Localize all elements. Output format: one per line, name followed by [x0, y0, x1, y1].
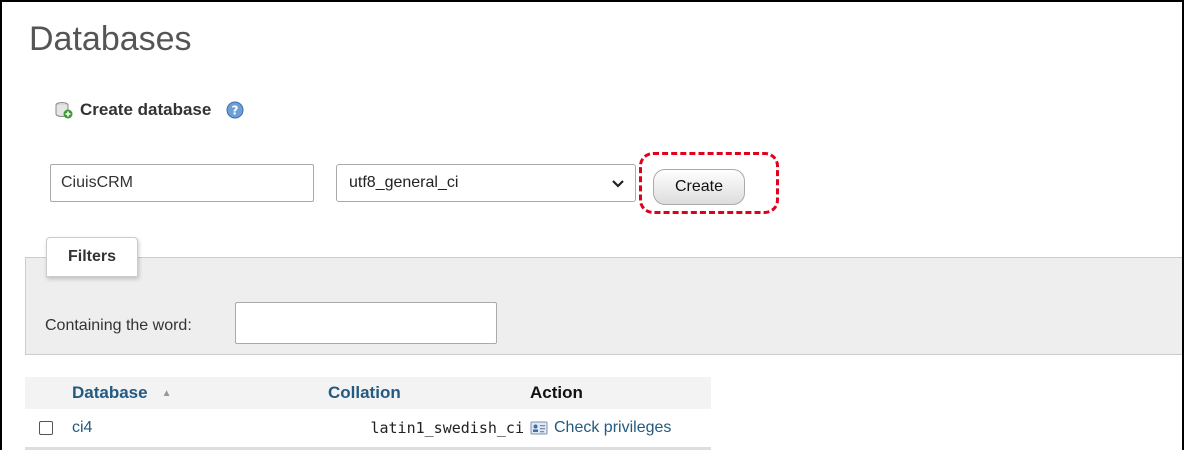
- create-database-heading: Create database ?: [54, 100, 245, 120]
- check-privileges-link[interactable]: Check privileges: [530, 419, 671, 437]
- check-privileges-icon: [530, 421, 548, 435]
- filters-tab[interactable]: Filters: [46, 237, 138, 277]
- table-row: ci4 latin1_swedish_ci Check privileges: [25, 409, 711, 450]
- database-name-input[interactable]: [50, 164, 314, 202]
- collation-selected-value: utf8_general_ci: [349, 174, 459, 191]
- svg-text:?: ?: [232, 104, 239, 118]
- create-database-label: Create database: [80, 100, 212, 119]
- database-name-link[interactable]: ci4: [72, 419, 324, 437]
- app-window: Databases Create database ? utf8_general…: [0, 0, 1184, 450]
- containing-word-input[interactable]: [235, 302, 497, 344]
- header-database-label[interactable]: Database: [72, 383, 148, 403]
- header-action: Action: [530, 383, 583, 402]
- header-database[interactable]: Database ▲: [72, 383, 328, 403]
- page-title: Databases: [29, 20, 192, 58]
- help-icon[interactable]: ?: [225, 100, 245, 120]
- sort-ascending-icon[interactable]: ▲: [162, 388, 172, 399]
- databases-table: Database ▲ Collation Action ci4 latin1_s…: [25, 377, 711, 450]
- header-collation[interactable]: Collation: [328, 383, 530, 403]
- filters-panel: [25, 257, 1182, 355]
- collation-cell: latin1_swedish_ci: [370, 419, 524, 437]
- row-checkbox[interactable]: [39, 421, 53, 435]
- containing-word-label: Containing the word:: [45, 317, 192, 334]
- check-privileges-label[interactable]: Check privileges: [554, 419, 671, 437]
- table-header: Database ▲ Collation Action: [25, 377, 711, 409]
- create-button[interactable]: Create: [653, 169, 745, 205]
- collation-select[interactable]: utf8_general_ci: [336, 164, 636, 202]
- database-add-icon: [55, 102, 73, 119]
- chevron-down-icon: [612, 180, 624, 188]
